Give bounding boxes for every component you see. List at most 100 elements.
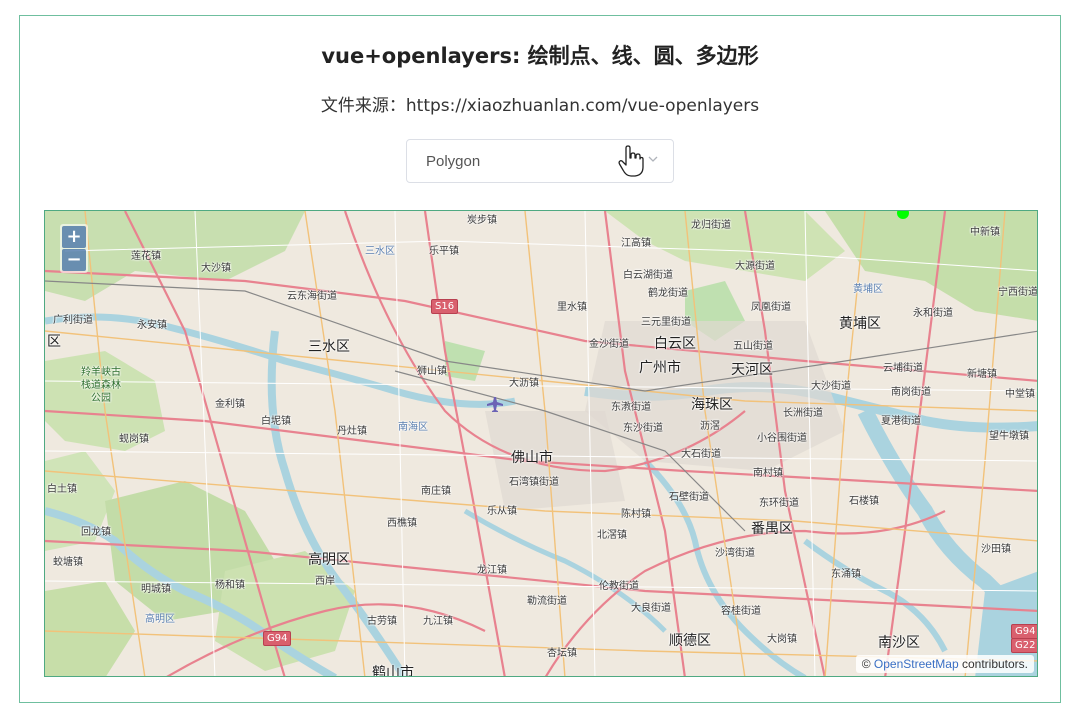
label-dongyong: 东涌镇 [831, 569, 861, 580]
map-viewport[interactable]: + − 广州市 佛山市 白云区 天河区 海珠区 黄埔区 三水区 高明区 番禺区 … [44, 210, 1038, 677]
label-jiujiang: 九江镇 [423, 616, 453, 627]
label-nancun: 南村镇 [753, 468, 783, 479]
label-haizhu: 海珠区 [691, 397, 733, 413]
label-daliang: 大良街道 [631, 603, 671, 614]
label-xiaoguwei: 小谷围街道 [757, 433, 807, 444]
label-longgui: 龙归街道 [691, 220, 731, 231]
label-shiwan-street: 石湾镇街道 [509, 477, 559, 488]
road-shield-g94-east: G94 [1011, 624, 1037, 639]
map-tiles [45, 211, 1037, 676]
label-dasha-street: 大沙街道 [811, 381, 851, 392]
label-tianhe: 天河区 [731, 362, 773, 378]
label-huilong: 回龙镇 [81, 527, 111, 538]
label-nanhai: 南海区 [398, 422, 428, 433]
label-panyu: 番禺区 [751, 521, 793, 537]
label-nangang: 南岗街道 [891, 387, 931, 398]
label-ronggui: 容桂街道 [721, 606, 761, 617]
zoom-in-button[interactable]: + [62, 226, 86, 248]
label-wangniu: 望牛墩镇 [989, 431, 1029, 442]
label-dongsha: 东沙街道 [623, 423, 663, 434]
zoom-control: + − [60, 224, 88, 273]
label-yunpu: 云埔街道 [883, 363, 923, 374]
road-shield-g22: G22 [1011, 638, 1037, 653]
label-xintang: 新塘镇 [967, 369, 997, 380]
label-chencun: 陈村镇 [621, 509, 651, 520]
label-baini: 白坭镇 [261, 416, 291, 427]
label-shishan: 狮山镇 [417, 366, 447, 377]
label-dashi: 大石街道 [681, 449, 721, 460]
attribution-prefix: © [861, 657, 871, 671]
label-nansha: 南沙区 [878, 635, 920, 651]
label-shawan: 沙湾街道 [715, 548, 755, 559]
label-guangli: 广利街道 [53, 315, 93, 326]
label-nanzhuang: 南庄镇 [421, 486, 451, 497]
attribution-suffix: contributors. [961, 657, 1028, 671]
label-sanshui-small: 三水区 [365, 246, 395, 257]
label-forest-park: 羚羊峡古 栈道森林 公园 [81, 367, 121, 404]
label-yundonghai: 云东海街道 [287, 291, 337, 302]
label-xian: 西岸 [315, 576, 335, 587]
label-foshan: 佛山市 [511, 450, 553, 466]
hand-cursor-icon [618, 145, 644, 177]
label-baitu: 白土镇 [47, 484, 77, 495]
label-dali: 大沥镇 [509, 378, 539, 389]
label-baiyun: 白云区 [654, 336, 696, 352]
label-jiaotang: 蛟塘镇 [53, 557, 83, 568]
label-fenghuang: 凤凰街道 [751, 302, 791, 313]
label-lishui: 里水镇 [557, 302, 587, 313]
label-xiqiao: 西樵镇 [387, 518, 417, 529]
label-tanbu: 炭步镇 [467, 215, 497, 226]
label-yonghe: 永和街道 [913, 308, 953, 319]
source-text: 文件来源：https://xiaozhuanlan.com/vue-openla… [320, 96, 760, 116]
label-zhongxin: 中新镇 [970, 227, 1000, 238]
label-heshan: 鹤山市 [372, 665, 414, 677]
label-ningxi: 宁西街道 [998, 287, 1038, 298]
label-lianhua: 莲花镇 [131, 251, 161, 262]
label-lunjiao: 伦教街道 [599, 581, 639, 592]
label-jinli: 金利镇 [215, 399, 245, 410]
label-zhongtang: 中堂镇 [1005, 389, 1035, 400]
label-guangzhou: 广州市 [639, 360, 681, 376]
label-dongxi: 东环街道 [759, 498, 799, 509]
label-shilou: 石楼镇 [849, 496, 879, 507]
label-sanyuanli: 三元里街道 [641, 317, 691, 328]
label-huangpu: 黄埔区 [839, 316, 881, 332]
label-jianggao: 江高镇 [621, 238, 651, 249]
chevron-down-icon [648, 156, 658, 162]
label-wushan: 五山街道 [733, 341, 773, 352]
label-yanghe: 杨和镇 [215, 580, 245, 591]
label-xiagang: 夏港街道 [881, 416, 921, 427]
label-baiyunhu: 白云湖街道 [623, 270, 673, 281]
label-gaoming: 高明区 [308, 552, 350, 568]
label-sanshui: 三水区 [308, 339, 350, 355]
label-dongjiao: 东漖街道 [611, 402, 651, 413]
label-longjiang: 龙江镇 [477, 565, 507, 576]
label-yongan-west: 永安镇 [137, 320, 167, 331]
label-qu: 区 [47, 334, 61, 350]
openstreetmap-link[interactable]: OpenStreetMap [874, 657, 959, 671]
label-lijiao: 沥滘 [700, 421, 720, 432]
label-yaogang: 蚬岗镇 [119, 434, 149, 445]
label-shibi: 石壁街道 [669, 492, 709, 503]
label-shatian: 沙田镇 [981, 544, 1011, 555]
road-shield-s16: S16 [431, 299, 459, 314]
road-shield-g94: G94 [263, 631, 292, 646]
label-huangpu-small: 黄埔区 [853, 284, 883, 295]
label-danzao: 丹灶镇 [337, 426, 367, 437]
page-title: vue+openlayers: 绘制点、线、圆、多边形 [321, 44, 759, 68]
map-attribution: © OpenStreetMap contributors. [855, 655, 1034, 673]
label-gulao: 古劳镇 [367, 616, 397, 627]
label-helong: 鹤龙街道 [648, 288, 688, 299]
label-dayuan: 大源街道 [735, 261, 775, 272]
label-mingcheng: 明城镇 [141, 584, 171, 595]
label-xingtan: 杏坛镇 [547, 648, 577, 659]
zoom-out-button[interactable]: − [62, 249, 86, 271]
label-leping: 乐平镇 [429, 246, 459, 257]
label-jinsha: 金沙街道 [589, 339, 629, 350]
label-lecong: 乐从镇 [487, 506, 517, 517]
label-dasha: 大沙镇 [201, 263, 231, 274]
label-beijiao: 北滘镇 [597, 530, 627, 541]
select-value: Polygon [426, 153, 481, 170]
label-shunde: 顺德区 [669, 633, 711, 649]
label-changzhou: 长洲街道 [783, 408, 823, 419]
